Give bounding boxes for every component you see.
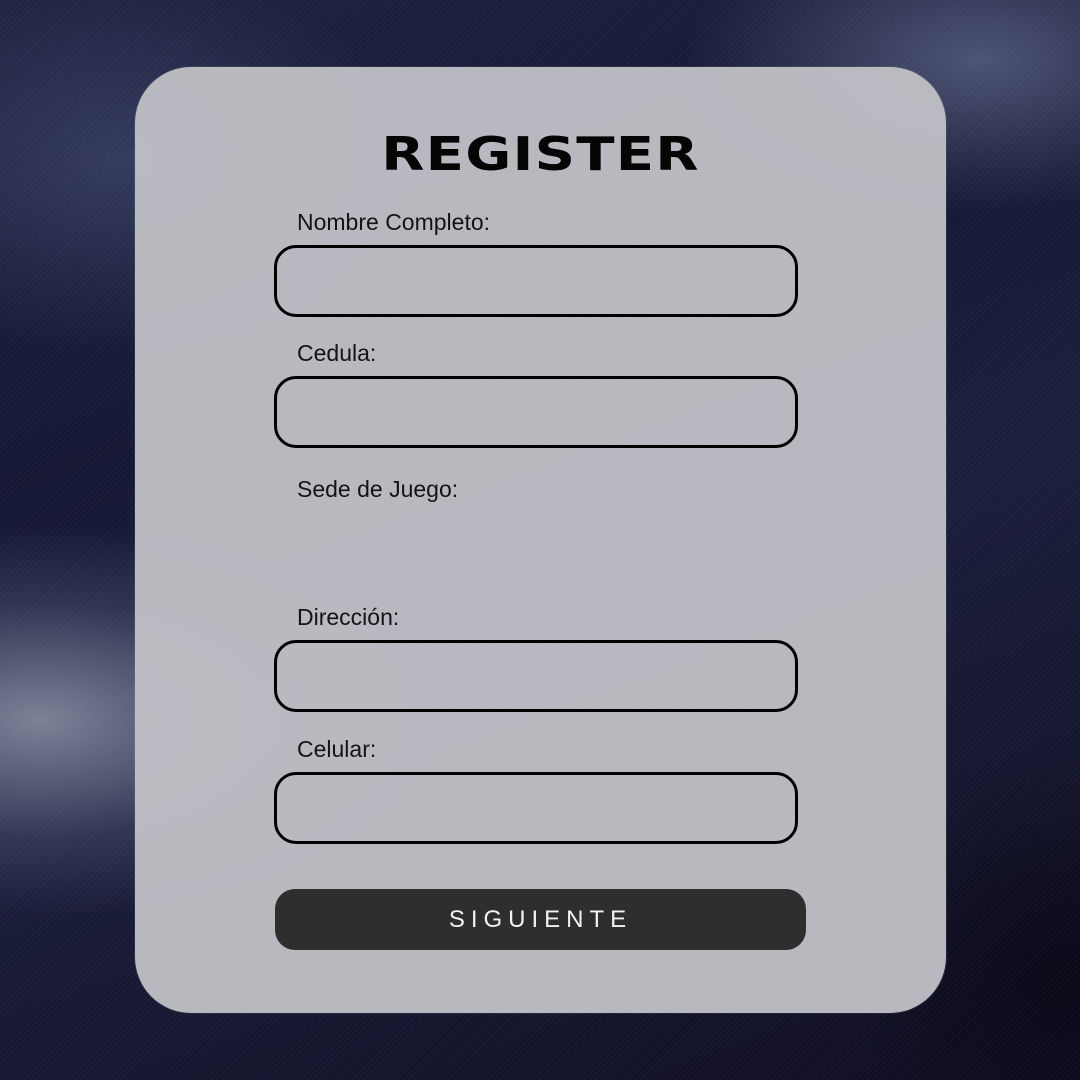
full-name-input[interactable] <box>274 245 798 317</box>
sede-de-juego-label: Sede de Juego: <box>297 476 459 502</box>
full-name-label: Nombre Completo: <box>297 209 491 235</box>
page-title: REGISTER <box>381 127 700 181</box>
cedula-input[interactable] <box>274 376 798 448</box>
celular-label: Celular: <box>297 736 377 762</box>
direccion-label: Dirección: <box>297 604 400 630</box>
celular-input[interactable] <box>274 772 798 844</box>
register-card: REGISTER Nombre Completo: Cedula: Sede d… <box>135 67 946 1013</box>
direccion-input[interactable] <box>274 640 798 712</box>
cedula-label: Cedula: <box>297 340 377 366</box>
siguiente-button[interactable]: SIGUIENTE <box>275 889 806 950</box>
